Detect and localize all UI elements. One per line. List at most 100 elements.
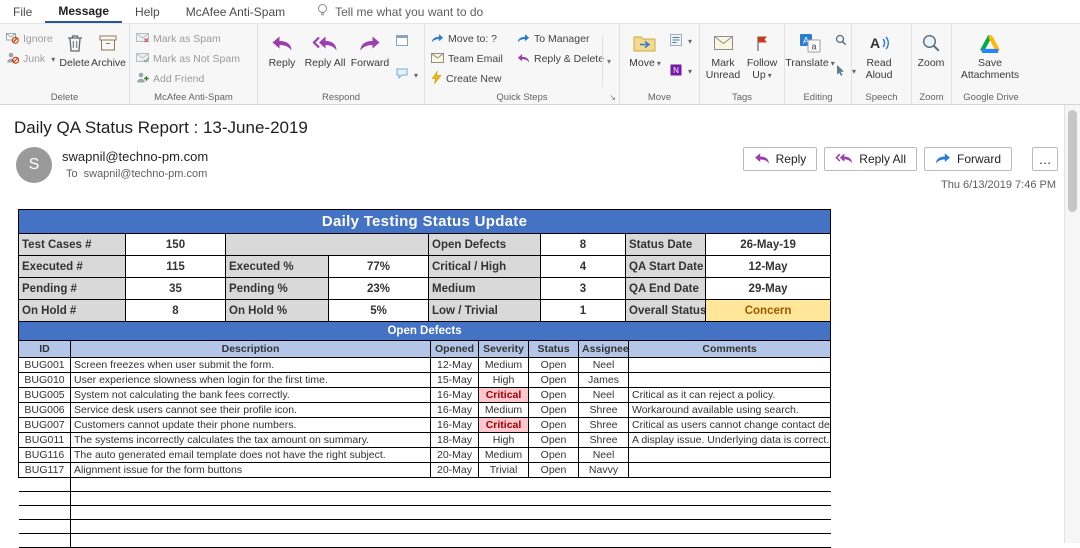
move-button[interactable]: Move▾ <box>623 26 667 69</box>
reply-all-button[interactable]: Reply All <box>303 26 347 69</box>
group-label-move: Move <box>620 92 699 103</box>
svg-text:N: N <box>673 66 679 75</box>
quick-step-team-email[interactable]: Team Email <box>428 51 514 67</box>
quick-step-create-new[interactable]: Create New <box>428 71 514 87</box>
defect-severity-cell: Critical <box>479 418 529 433</box>
quick-step-to-manager-label: To Manager <box>534 33 589 45</box>
quick-steps-more-button[interactable]: ▾ <box>602 35 615 87</box>
summary-cell: 29-May <box>706 278 831 300</box>
empty-cell <box>431 506 479 520</box>
forward-icon <box>359 31 381 55</box>
defect-opened-cell: 20-May <box>431 463 479 478</box>
quick-step-to-manager[interactable]: To Manager <box>514 31 602 47</box>
reply-button[interactable]: Reply <box>261 26 303 69</box>
read-aloud-button[interactable]: A Read Aloud <box>855 26 903 81</box>
email-timestamp: Thu 6/13/2019 7:46 PM <box>941 179 1056 191</box>
summary-cell: Low / Trivial <box>429 300 541 322</box>
rules-button[interactable]: ▾ <box>667 33 695 49</box>
recipient-address[interactable]: swapnil@techno-pm.com <box>84 168 208 180</box>
forward-button[interactable]: Forward <box>347 26 393 69</box>
quick-step-reply-delete[interactable]: Reply & Delete <box>514 51 602 67</box>
defects-subheader: Open Defects <box>19 322 831 341</box>
move-to-arrow-icon <box>431 33 444 46</box>
defect-comments-cell: Workaround available using search. <box>629 403 831 418</box>
more-respond-button[interactable]: ▾ <box>393 67 421 83</box>
empty-cell <box>479 534 529 548</box>
scrollbar-thumb[interactable] <box>1068 110 1077 212</box>
tab-mcafee[interactable]: McAfee Anti-Spam <box>173 0 298 23</box>
more-respond-caret-icon: ▾ <box>414 71 418 80</box>
mark-unread-icon <box>714 31 733 55</box>
mark-as-spam-button[interactable]: Mark as Spam <box>133 31 243 47</box>
status-report: Daily Testing Status Update Test Cases #… <box>18 209 830 548</box>
junk-button[interactable]: Junk▾ <box>3 51 58 67</box>
tab-message[interactable]: Message <box>45 0 122 23</box>
defect-id-cell: BUG001 <box>19 358 71 373</box>
move-label: Move <box>629 57 655 69</box>
tab-help[interactable]: Help <box>122 0 173 23</box>
follow-up-button[interactable]: Follow Up▾ <box>743 26 781 81</box>
defect-opened-cell: 15-May <box>431 373 479 388</box>
empty-cell <box>19 534 71 548</box>
header-reply-label: Reply <box>776 152 807 166</box>
zoom-button[interactable]: Zoom <box>915 26 947 69</box>
summary-cell: 150 <box>126 234 226 256</box>
find-icon <box>835 34 847 49</box>
empty-cell <box>529 520 579 534</box>
defect-row: BUG116The auto generated email template … <box>19 448 831 463</box>
mark-not-spam-label: Mark as Not Spam <box>153 53 240 65</box>
tab-file[interactable]: File <box>0 0 45 23</box>
empty-cell <box>479 478 529 492</box>
sender-avatar[interactable]: S <box>16 147 52 183</box>
empty-cell <box>629 520 831 534</box>
move-caret-icon: ▾ <box>657 59 661 68</box>
summary-cell: QA End Date <box>626 278 706 300</box>
header-reply-all-label: Reply All <box>859 152 906 166</box>
defect-severity-cell: Medium <box>479 448 529 463</box>
defect-assignee-cell: Shree <box>579 403 629 418</box>
empty-row <box>19 478 831 492</box>
group-label-google-drive: Google Drive <box>952 92 1030 103</box>
tell-me-box[interactable]: Tell me what you want to do <box>316 0 483 23</box>
summary-cell <box>226 234 429 256</box>
delete-button[interactable]: Delete <box>58 26 91 69</box>
ribbon-group-google-drive: Save Attachments Google Drive <box>952 24 1030 104</box>
vertical-scrollbar[interactable] <box>1064 105 1080 543</box>
to-label: To <box>66 168 78 180</box>
meeting-button[interactable] <box>393 33 421 49</box>
onenote-button[interactable]: N ▾ <box>667 63 695 79</box>
header-reply-button[interactable]: Reply <box>743 147 818 171</box>
save-attachments-button[interactable]: Save Attachments <box>955 26 1025 81</box>
defect-description-cell: Service desk users cannot see their prof… <box>71 403 431 418</box>
group-label-respond: Respond <box>258 92 424 103</box>
summary-cell: On Hold % <box>226 300 329 322</box>
header-forward-button[interactable]: Forward <box>924 147 1012 171</box>
ribbon: Ignore Junk▾ Delete Archive Delete Mark … <box>0 24 1080 105</box>
translate-button[interactable]: Aa Translate▾ <box>788 26 832 69</box>
mark-unread-button[interactable]: Mark Unread <box>703 26 743 81</box>
empty-cell <box>431 478 479 492</box>
svg-text:A: A <box>870 35 880 51</box>
defect-status-cell: Open <box>529 388 579 403</box>
defect-assignee-cell: Neel <box>579 448 629 463</box>
ignore-button[interactable]: Ignore <box>3 31 58 47</box>
add-friend-button[interactable]: Add Friend <box>133 71 243 87</box>
defects-column-header: Comments <box>629 341 831 358</box>
ribbon-group-respond: Reply Reply All Forward ▾ Respond <box>258 24 425 104</box>
defect-status-cell: Open <box>529 418 579 433</box>
more-actions-button[interactable]: … <box>1032 147 1058 171</box>
sender-address[interactable]: swapnil@techno-pm.com <box>62 149 208 164</box>
summary-cell: Executed # <box>19 256 126 278</box>
header-reply-all-button[interactable]: Reply All <box>824 147 917 171</box>
archive-button[interactable]: Archive <box>91 26 126 69</box>
quick-step-move-to[interactable]: Move to: ? <box>428 31 514 47</box>
quick-step-reply-delete-label: Reply & Delete <box>534 53 604 65</box>
summary-cell: 8 <box>126 300 226 322</box>
summary-cell: Pending % <box>226 278 329 300</box>
summary-cell: 3 <box>541 278 626 300</box>
empty-cell <box>19 478 71 492</box>
ribbon-group-quick-steps: Move to: ? Team Email Create New To Mana… <box>425 24 620 104</box>
junk-icon <box>6 51 19 67</box>
mark-as-not-spam-button[interactable]: Mark as Not Spam <box>133 51 243 67</box>
empty-cell <box>529 534 579 548</box>
